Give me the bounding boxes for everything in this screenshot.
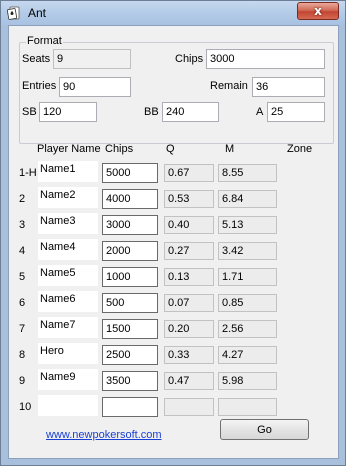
seat-number: 2 [19, 193, 26, 205]
q-value: 0.20 [164, 320, 214, 338]
player-name-header: Player Name [37, 143, 101, 155]
m-value: 4.27 [218, 346, 277, 364]
q-value: 0.40 [164, 216, 214, 234]
player-name-field[interactable]: Name7 [38, 317, 98, 338]
m-value: 6.84 [218, 190, 277, 208]
chips-field[interactable]: 3000 [206, 49, 325, 69]
close-icon: x [314, 4, 322, 18]
close-button[interactable]: x [297, 2, 339, 20]
player-chips-field[interactable]: 3500 [102, 371, 158, 391]
m-value: 3.42 [218, 242, 277, 260]
chips-label: Chips [175, 53, 204, 65]
player-name-field[interactable] [38, 395, 98, 416]
entries-label: Entries [22, 80, 57, 92]
seat-number: 5 [19, 271, 26, 283]
seat-number: 1-H [19, 167, 37, 179]
player-name-field[interactable]: Name2 [38, 187, 98, 208]
entries-field[interactable]: 90 [59, 77, 131, 97]
player-chips-field[interactable]: 1000 [102, 267, 158, 287]
m-value: 5.98 [218, 372, 277, 390]
player-chips-field[interactable]: 3000 [102, 215, 158, 235]
player-chips-field[interactable]: 2500 [102, 345, 158, 365]
zone-header: Zone [287, 143, 313, 155]
q-value: 0.67 [164, 164, 214, 182]
player-chips-field[interactable]: 1500 [102, 319, 158, 339]
dialog-body: Format Seats 9 Chips 3000 Entries 90 Rem… [8, 25, 339, 459]
chips-header: Chips [105, 143, 134, 155]
seat-number: 4 [19, 245, 26, 257]
player-chips-field[interactable]: 4000 [102, 189, 158, 209]
a-label: A [256, 106, 264, 118]
seat-number: 10 [19, 401, 32, 413]
m-value: 5.13 [218, 216, 277, 234]
player-chips-field[interactable] [102, 397, 158, 417]
window-title: Ant [28, 6, 47, 20]
seat-number: 6 [19, 297, 26, 309]
q-value: 0.13 [164, 268, 214, 286]
sb-label: SB [22, 106, 37, 118]
q-value: 0.47 [164, 372, 214, 390]
sb-field[interactable]: 120 [39, 102, 97, 122]
spade-card-icon [7, 6, 20, 20]
bb-field[interactable]: 240 [162, 102, 219, 122]
m-value: 1.71 [218, 268, 277, 286]
player-name-field[interactable]: Name3 [38, 213, 98, 234]
q-value [164, 398, 214, 416]
bb-label: BB [144, 106, 159, 118]
remain-label: Remain [210, 80, 248, 92]
format-group-label: Format [26, 35, 63, 47]
q-value: 0.53 [164, 190, 214, 208]
seat-number: 3 [19, 219, 26, 231]
q-value: 0.27 [164, 242, 214, 260]
seats-label: Seats [22, 53, 51, 65]
title-bar[interactable]: Ant x [1, 1, 345, 25]
a-field[interactable]: 25 [267, 102, 325, 122]
remain-field[interactable]: 36 [252, 77, 325, 97]
m-value: 2.56 [218, 320, 277, 338]
m-value: 0.85 [218, 294, 277, 312]
app-window: Ant x Format Seats 9 Chips 3000 Entries … [0, 0, 346, 466]
player-name-field[interactable]: Name1 [38, 161, 98, 182]
seat-number: 8 [19, 349, 26, 361]
m-value: 8.55 [218, 164, 277, 182]
seat-number: 9 [19, 375, 26, 387]
player-chips-field[interactable]: 500 [102, 293, 158, 313]
seats-field: 9 [53, 49, 131, 69]
q-value: 0.07 [164, 294, 214, 312]
player-name-field[interactable]: Name9 [38, 369, 98, 390]
player-name-field[interactable]: Name5 [38, 265, 98, 286]
player-name-field[interactable]: Hero [38, 343, 98, 364]
player-name-field[interactable]: Name6 [38, 291, 98, 312]
m-value [218, 398, 277, 416]
player-chips-field[interactable]: 2000 [102, 241, 158, 261]
player-chips-field[interactable]: 5000 [102, 163, 158, 183]
q-header: Q [166, 143, 175, 155]
player-name-field[interactable]: Name4 [38, 239, 98, 260]
m-header: M [225, 143, 235, 155]
q-value: 0.33 [164, 346, 214, 364]
seat-number: 7 [19, 323, 26, 335]
go-button[interactable]: Go [220, 419, 309, 440]
website-link[interactable]: www.newpokersoft.com [46, 429, 162, 441]
